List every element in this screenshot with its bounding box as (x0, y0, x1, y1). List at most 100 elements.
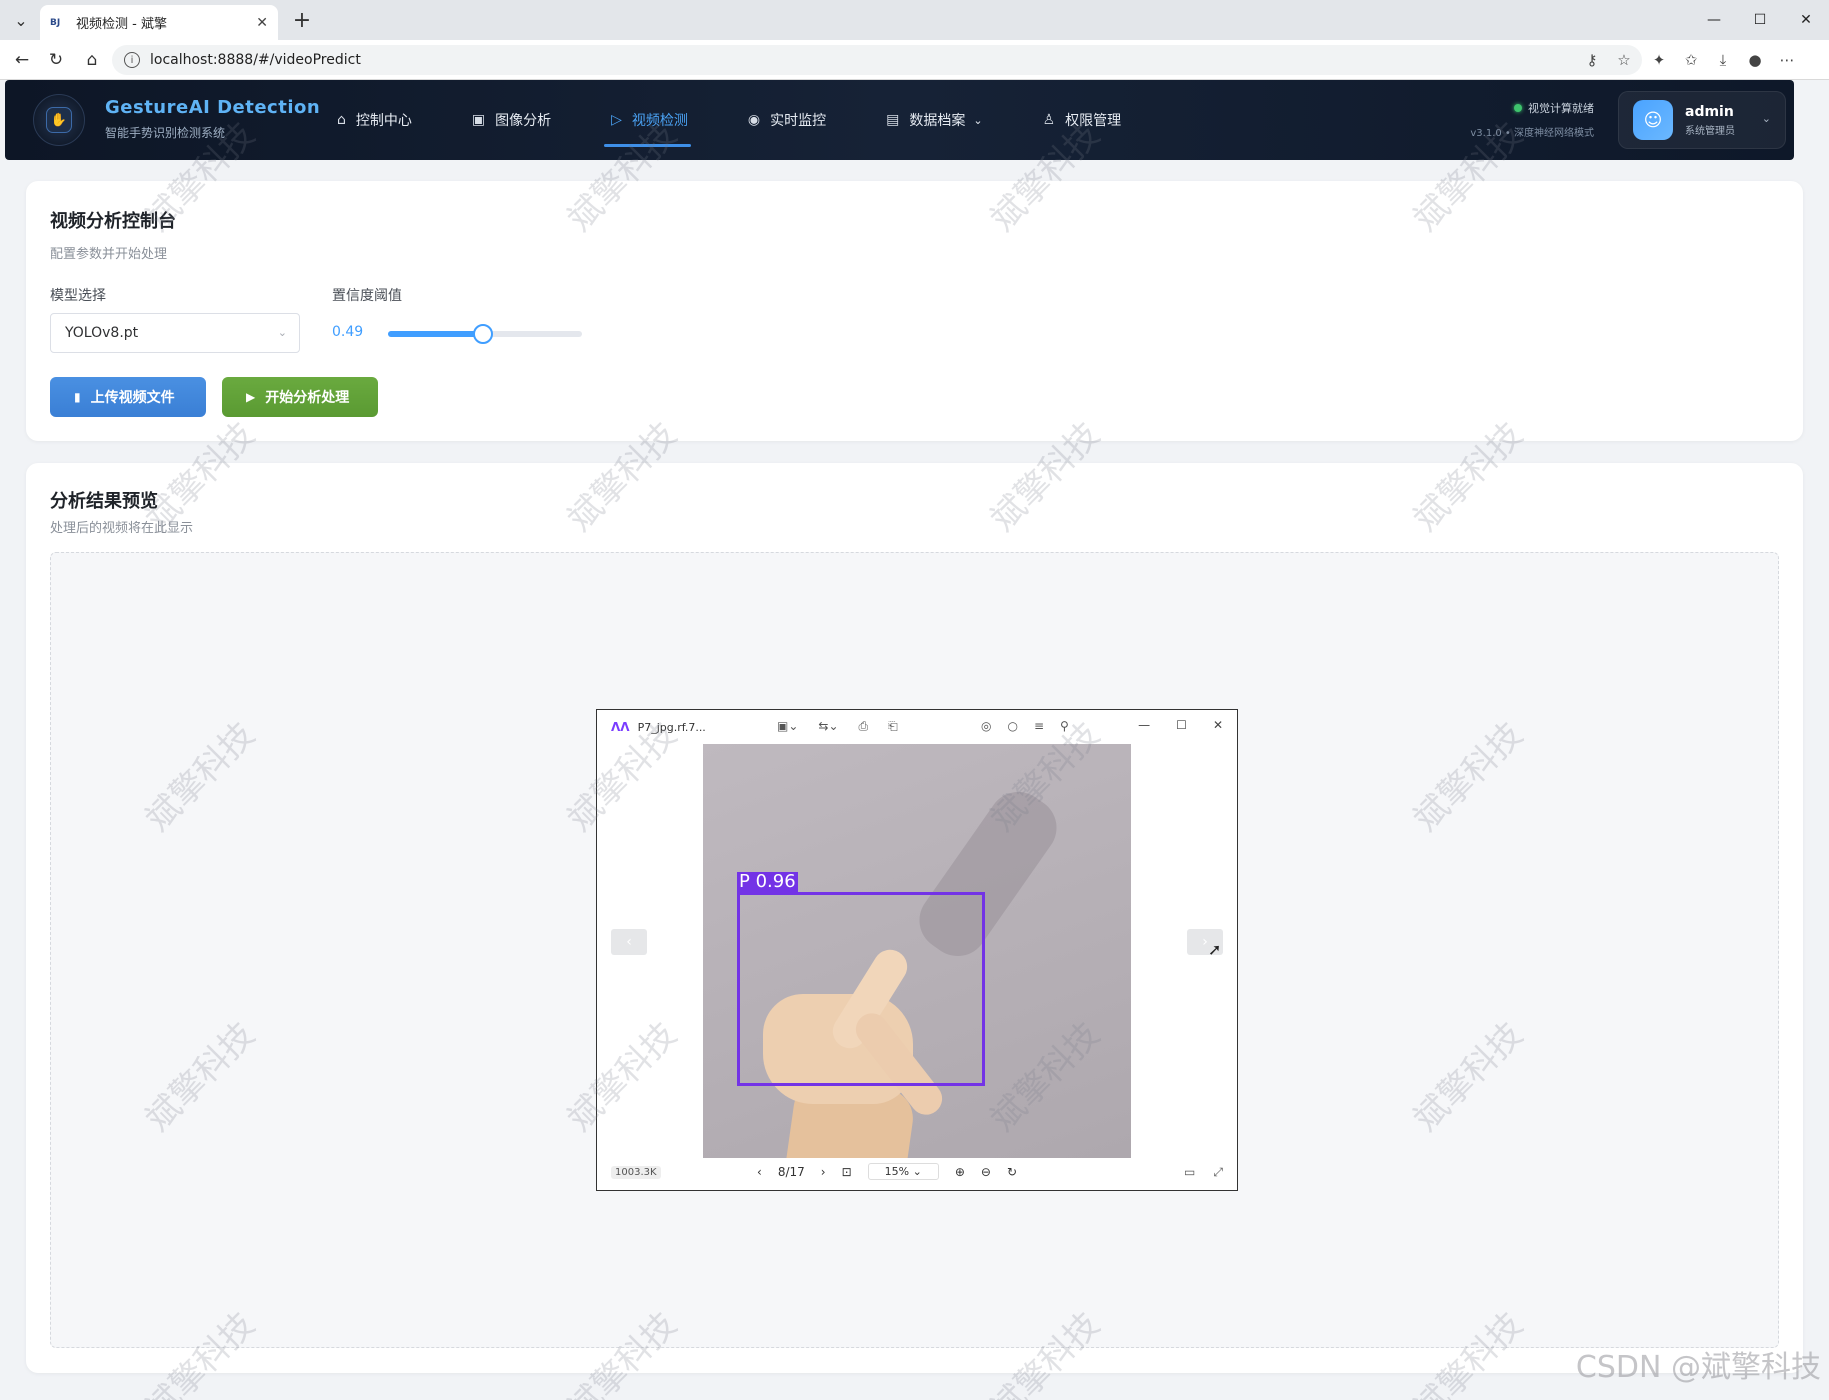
nav-label: 控制中心 (355, 113, 412, 129)
rotate-icon[interactable]: ⇆⌄ (818, 719, 838, 734)
cloud-icon[interactable]: ○ (1007, 719, 1017, 733)
close-icon[interactable]: ✕ (1213, 718, 1223, 732)
image-icon: ▣ (471, 112, 486, 128)
result-preview-card: 分析结果预览 处理后的视频将在此显示 ᐱᐱ P7_jpg.rf.7... ▣⌄ … (26, 463, 1803, 1373)
maximize-icon[interactable]: ☐ (1176, 718, 1187, 732)
confidence-label: 置信度阈值 (332, 288, 402, 304)
home-icon: ⌂ (337, 112, 346, 128)
menu-icon[interactable]: ≡ (1034, 719, 1044, 733)
app-logo[interactable]: ✋ (33, 94, 85, 146)
pin-icon[interactable]: ⚲ (1060, 719, 1069, 733)
close-window-icon[interactable]: ✕ (1783, 0, 1829, 40)
tab-list-button[interactable]: ⌄ (8, 7, 34, 33)
bookmark-star-icon[interactable]: ☆ (1612, 48, 1636, 72)
mouse-cursor-icon: ➚ (1208, 940, 1222, 959)
browser-tab[interactable]: BJ 视频检测 - 斌擎 ✕ (40, 5, 278, 40)
nav-item-image-analysis[interactable]: ▣ 图像分析 (440, 80, 579, 160)
model-select[interactable]: YOLOv8.pt ⌄ (50, 313, 300, 353)
version-text: v3.1.0 • 深度神经网络模式 (1470, 128, 1594, 139)
page-indicator: 8/17 (777, 1164, 805, 1179)
favicon-icon: BJ (50, 17, 61, 28)
profile-icon[interactable]: ● (1743, 48, 1767, 72)
play-circle-icon: ▷ (611, 112, 622, 128)
status-dot-icon (1514, 104, 1522, 112)
viewer-titlebar: ᐱᐱ P7_jpg.rf.7... ▣⌄ ⇆⌄ ⎙ ⎗ ◎ ○ ≡ ⚲ — ☐ (597, 710, 1237, 744)
rotate-icon[interactable]: ↻ (1007, 1165, 1017, 1179)
viewer-tools-right: ◎ ○ ≡ ⚲ (981, 719, 1069, 733)
confidence-value: 0.49 (332, 324, 364, 340)
more-menu-icon[interactable]: ⋯ (1775, 48, 1799, 72)
upload-video-button[interactable]: ▮ 上传视频文件 (50, 377, 206, 417)
browser-toolbar: ← ↻ ⌂ i localhost:8888/#/videoPredict ⚷ … (0, 40, 1829, 80)
extensions-icon[interactable]: ✦ (1647, 48, 1671, 72)
viewer-file-name: P7_jpg.rf.7... (637, 720, 706, 734)
file-size: 1003.3K (611, 1166, 661, 1179)
address-bar[interactable]: i localhost:8888/#/videoPredict (112, 45, 1642, 75)
ai-icon[interactable]: ◎ (981, 719, 991, 733)
nav-item-live-monitor[interactable]: ◉ 实时监控 (716, 80, 854, 160)
minimize-icon[interactable]: — (1138, 718, 1150, 732)
control-panel-card: 视频分析控制台 配置参数并开始处理 模型选择 YOLOv8.pt ⌄ 置信度阈值… (26, 181, 1803, 441)
brand-title: GestureAI Detection (105, 97, 321, 118)
model-select-value: YOLOv8.pt (65, 325, 139, 341)
previous-image-button[interactable]: ‹ (611, 929, 647, 955)
user-role: 系统管理员 (1685, 125, 1735, 137)
chevron-down-icon: ⌄ (973, 113, 983, 127)
document-icon: ▤ (886, 112, 900, 128)
site-info-icon[interactable]: i (124, 52, 140, 68)
nav-label: 权限管理 (1065, 113, 1122, 129)
result-title: 分析结果预览 (50, 491, 158, 512)
new-tab-button[interactable]: + (288, 6, 316, 34)
chevron-down-icon: ⌄ (1761, 112, 1771, 125)
fit-icon[interactable]: ⊡ (842, 1165, 852, 1179)
system-status: 视觉计算就绪 v3.1.0 • 深度神经网络模式 (1470, 100, 1594, 139)
nav-item-dashboard[interactable]: ⌂ 控制中心 (305, 80, 440, 160)
confidence-slider-handle[interactable] (473, 324, 494, 344)
favorites-icon[interactable]: ✩ (1679, 48, 1703, 72)
avatar: ☺ (1633, 100, 1673, 140)
maximize-icon[interactable]: ☐ (1737, 0, 1783, 40)
filmstrip-icon[interactable]: ▭ (1184, 1165, 1195, 1180)
chevron-right-icon[interactable]: › (821, 1165, 826, 1179)
nav-item-video-detection[interactable]: ▷ 视频检测 (579, 80, 716, 160)
user-name: admin (1685, 103, 1734, 120)
nav-item-permissions[interactable]: ♙ 权限管理 (1011, 80, 1150, 160)
minimize-icon[interactable]: — (1691, 0, 1737, 40)
print-icon[interactable]: ⎙ (859, 719, 869, 734)
detection-label: P 0.96 (737, 871, 798, 892)
reload-icon[interactable]: ↻ (44, 48, 68, 72)
detection-result-image: P 0.96 (703, 744, 1131, 1158)
brand-subtitle: 智能手势识别检测系统 (105, 126, 226, 140)
url-text: localhost:8888/#/videoPredict (150, 52, 361, 68)
main-nav: ⌂ 控制中心 ▣ 图像分析 ▷ 视频检测 ◉ 实时监控 ▤ 数据档案 ⌄ ♙ 权… (305, 80, 1149, 160)
zoom-in-icon[interactable]: ⊕ (955, 1165, 965, 1179)
browser-tab-bar: ⌄ BJ 视频检测 - 斌擎 ✕ + — ☐ ✕ (0, 0, 1829, 40)
downloads-icon[interactable]: ⤓ (1711, 48, 1735, 72)
viewer-app-icon: ᐱᐱ (611, 720, 630, 734)
user-icon: ♙ (1042, 112, 1056, 128)
confidence-slider-fill (388, 331, 484, 337)
close-tab-icon[interactable]: ✕ (256, 15, 268, 31)
zoom-out-icon[interactable]: ⊖ (981, 1165, 991, 1179)
edit-image-icon[interactable]: ▣⌄ (777, 719, 798, 734)
share-icon[interactable]: ⎗ (888, 719, 898, 734)
user-menu[interactable]: ☺ admin 系统管理员 ⌄ (1618, 91, 1786, 149)
control-panel-title: 视频分析控制台 (50, 211, 176, 232)
fullscreen-icon[interactable]: ⤢ (1213, 1165, 1223, 1180)
start-analysis-button[interactable]: ▶ 开始分析处理 (222, 377, 378, 417)
zoom-select[interactable]: 15% ⌄ (867, 1163, 939, 1180)
browser-actions: ✦ ✩ ⤓ ● ⋯ (1647, 48, 1799, 72)
viewer-tools: ▣⌄ ⇆⌄ ⎙ ⎗ (777, 719, 898, 734)
result-subtitle: 处理后的视频将在此显示 (50, 521, 194, 536)
video-preview-area: ᐱᐱ P7_jpg.rf.7... ▣⌄ ⇆⌄ ⎙ ⎗ ◎ ○ ≡ ⚲ — ☐ (50, 552, 1779, 1348)
start-analysis-label: 开始分析处理 (265, 390, 350, 406)
detection-bounding-box (737, 892, 985, 1086)
back-icon[interactable]: ← (10, 48, 34, 72)
chevron-left-icon[interactable]: ‹ (757, 1165, 762, 1179)
nav-item-data-archive[interactable]: ▤ 数据档案 ⌄ (854, 80, 1010, 160)
home-icon[interactable]: ⌂ (80, 48, 104, 72)
viewer-extra-controls: ▭ ⤢ (1184, 1165, 1223, 1180)
key-icon[interactable]: ⚷ (1580, 48, 1604, 72)
confidence-slider[interactable] (388, 324, 582, 344)
nav-label: 数据档案 (909, 113, 966, 129)
